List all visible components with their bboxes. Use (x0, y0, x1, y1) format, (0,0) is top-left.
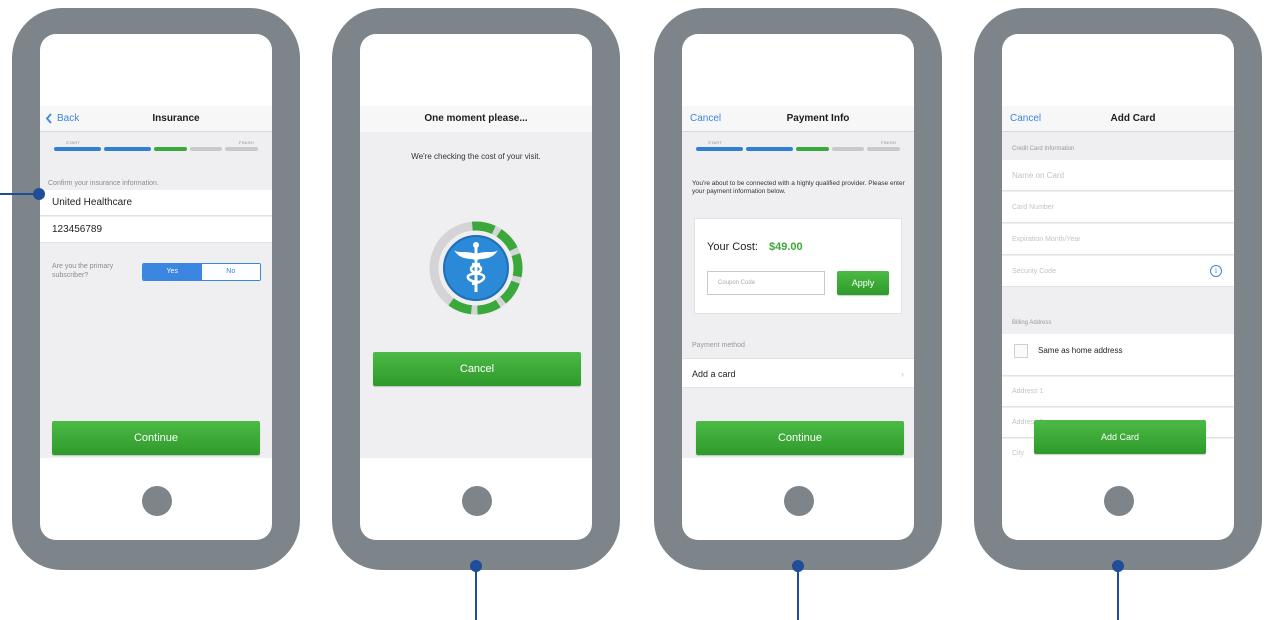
continue-button[interactable]: Continue (52, 421, 260, 455)
insurance-screen: Back Insurance START FINISH Confirm your… (40, 106, 272, 458)
progress-step-1 (696, 147, 743, 151)
cancel-link[interactable]: Cancel (690, 113, 721, 124)
progress-bar: START FINISH (54, 140, 258, 152)
credit-card-header: Credit Card Information (1012, 146, 1075, 152)
navbar: Back Insurance (40, 106, 272, 132)
page-title: Insurance (152, 113, 200, 124)
coupon-code-input[interactable]: Coupon Code (707, 271, 825, 295)
phone-frame-insurance: Back Insurance START FINISH Confirm your… (12, 8, 300, 570)
payment-screen: Cancel Payment Info START FINISH You're … (682, 106, 914, 458)
progress-step-5 (867, 147, 900, 151)
progress-step-5 (225, 147, 258, 151)
home-button (142, 486, 172, 516)
address-1-field[interactable]: Address 1 (1002, 377, 1234, 407)
payment-intro-text: You're about to be connected with a high… (692, 180, 905, 195)
member-id-field[interactable]: 123456789 (40, 217, 272, 243)
annotation-line (797, 566, 799, 620)
yes-option[interactable]: Yes (143, 264, 202, 280)
no-option[interactable]: No (201, 264, 260, 280)
phone-frame-add-card: Cancel Add Card Credit Card Information … (974, 8, 1262, 570)
home-button (784, 486, 814, 516)
security-code-field[interactable]: Security Code i (1002, 256, 1234, 287)
cancel-button[interactable]: Cancel (373, 352, 581, 386)
progress-finish-label: FINISH (881, 140, 896, 145)
progress-step-2 (104, 147, 151, 151)
progress-step-1 (54, 147, 101, 151)
checkbox[interactable] (1014, 344, 1028, 358)
add-a-card-label: Add a card (692, 369, 736, 379)
page-title: Payment Info (786, 113, 850, 124)
payment-method-header: Payment method (692, 342, 745, 349)
navbar: Cancel Add Card (1002, 106, 1234, 132)
annotation-line (475, 566, 477, 620)
page-title: Add Card (1110, 113, 1156, 124)
expiration-field[interactable]: Expiration Month/Year (1002, 224, 1234, 255)
name-on-card-field[interactable]: Name on Card (1002, 160, 1234, 191)
subscriber-toggle[interactable]: Yes No (142, 263, 261, 281)
billing-address-header: Billing Address (1012, 320, 1052, 326)
loading-message: We're checking the cost of your visit. (411, 152, 541, 161)
insurance-provider-field[interactable]: United Healthcare (40, 190, 272, 216)
add-card-button[interactable]: Add Card (1034, 420, 1206, 454)
annotation-line (1117, 566, 1119, 620)
navbar: Cancel Payment Info (682, 106, 914, 132)
home-button (462, 486, 492, 516)
card-number-field[interactable]: Card Number (1002, 192, 1234, 223)
back-button[interactable]: Back (45, 113, 80, 124)
progress-finish-label: FINISH (239, 140, 254, 145)
phone-frame-payment: Cancel Payment Info START FINISH You're … (654, 8, 942, 570)
navbar: One moment please... (360, 106, 592, 132)
progress-step-2 (746, 147, 793, 151)
progress-start-label: START (708, 140, 723, 145)
chevron-right-icon: › (901, 369, 904, 379)
medical-caduceus-icon (429, 221, 523, 315)
phone-top-bezel (682, 34, 914, 106)
subscriber-question: Are you the primary subscriber? (52, 263, 114, 279)
back-label: Back (57, 113, 80, 124)
same-as-home-label: Same as home address (1038, 346, 1123, 355)
annotation-dot (33, 188, 45, 200)
progress-step-3 (154, 147, 187, 151)
chevron-left-icon (45, 113, 52, 124)
cost-value: $49.00 (769, 241, 803, 253)
continue-button[interactable]: Continue (696, 421, 904, 455)
progress-start-label: START (66, 140, 81, 145)
progress-bar: START FINISH (696, 140, 900, 152)
progress-step-3 (796, 147, 829, 151)
progress-step-4 (832, 147, 864, 151)
cost-label: Your Cost: (707, 241, 758, 253)
info-icon[interactable]: i (1210, 265, 1222, 277)
add-a-card-row[interactable]: Add a card › (682, 358, 914, 388)
add-card-screen: Cancel Add Card Credit Card Information … (1002, 106, 1234, 458)
confirm-text: Confirm your insurance information. (48, 180, 159, 187)
page-title: One moment please... (424, 113, 528, 124)
security-code-placeholder: Security Code (1012, 268, 1056, 275)
phone-frame-loading: One moment please... We're checking the … (332, 8, 620, 570)
phone-top-bezel (1002, 34, 1234, 106)
progress-step-4 (190, 147, 222, 151)
loading-screen: One moment please... We're checking the … (360, 106, 592, 458)
phone-top-bezel (360, 34, 592, 106)
apply-button[interactable]: Apply (837, 271, 889, 295)
same-as-home-row[interactable]: Same as home address (1002, 334, 1234, 376)
home-button (1104, 486, 1134, 516)
cost-card: Your Cost: $49.00 Coupon Code Apply (694, 218, 902, 314)
phone-top-bezel (40, 34, 272, 106)
